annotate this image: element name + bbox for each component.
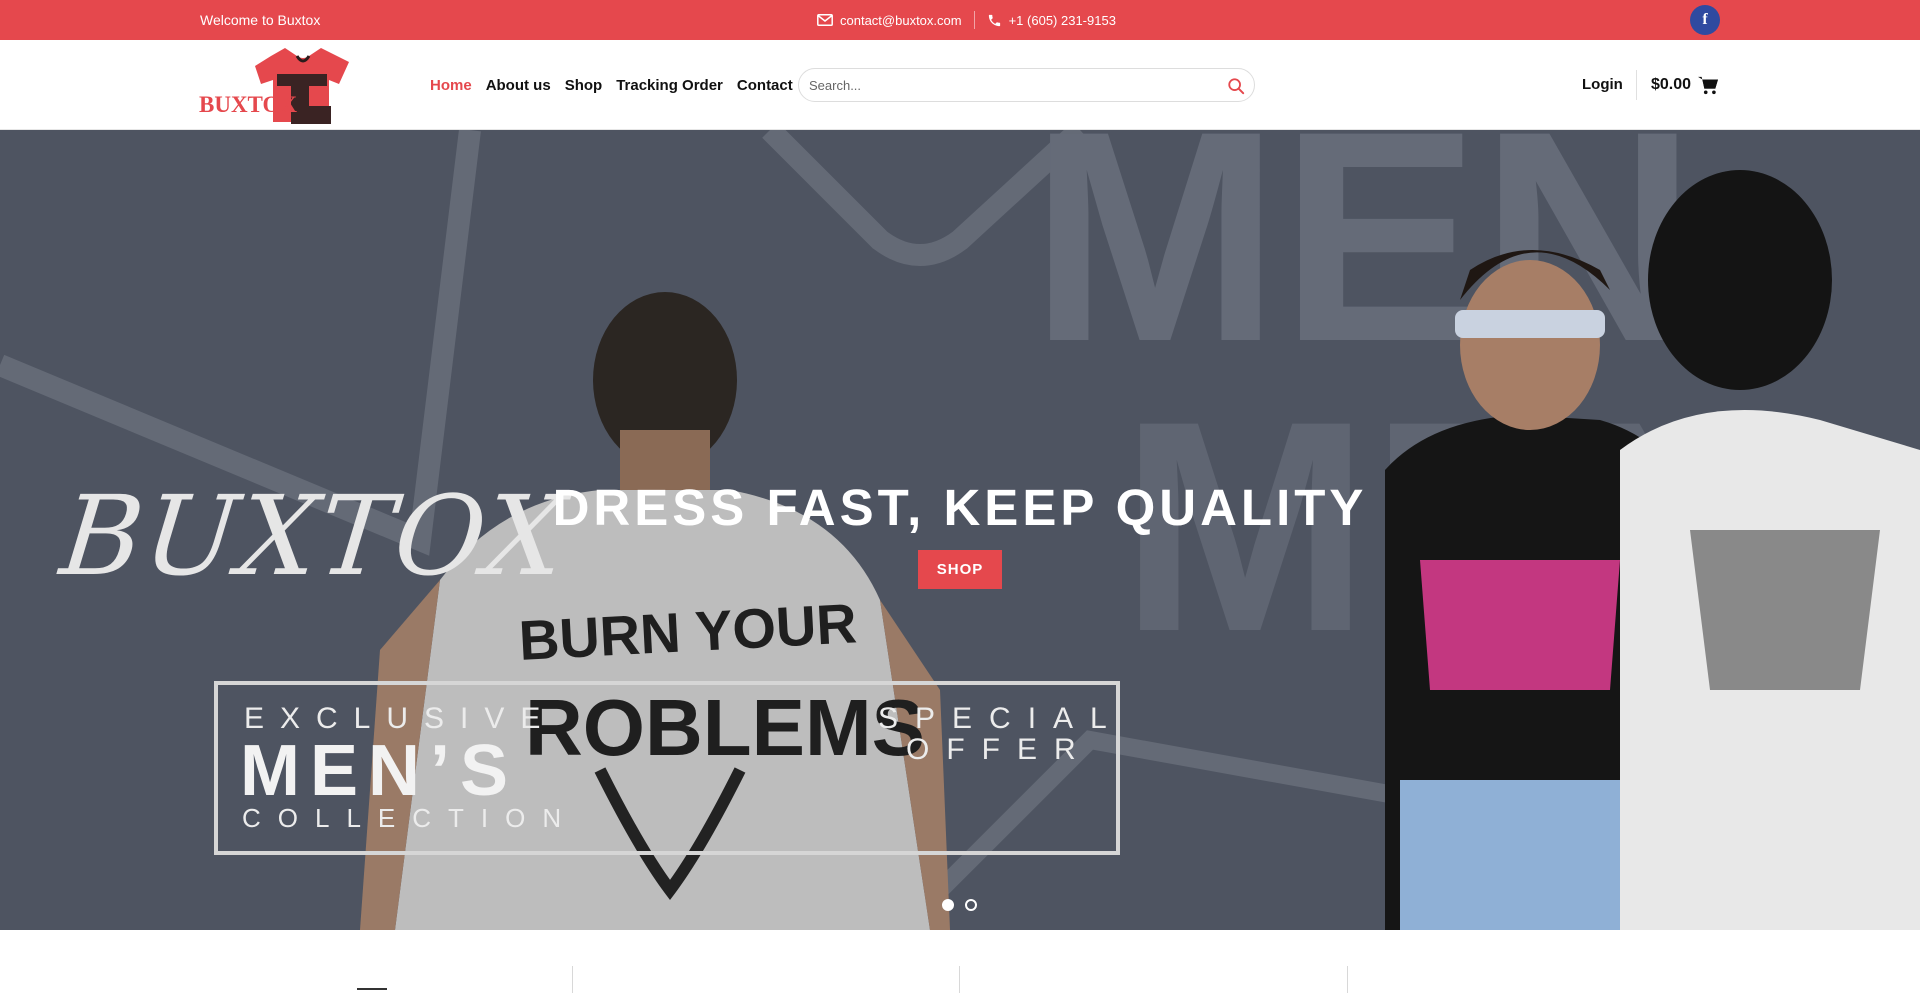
feature-icon — [357, 988, 387, 990]
nav-contact[interactable]: Contact — [737, 77, 793, 94]
nav-tracking-order[interactable]: Tracking Order — [616, 77, 723, 94]
logo-text: BUXTOX — [199, 92, 297, 117]
welcome-text: Welcome to Buxtox — [200, 12, 321, 28]
email-text: contact@buxtox.com — [840, 12, 962, 28]
slide-dot-2[interactable] — [965, 899, 977, 911]
nav-about-us[interactable]: About us — [486, 77, 551, 94]
hero-headline: DRESS FAST, KEEP QUALITY — [552, 479, 1368, 536]
search-icon[interactable] — [1227, 77, 1245, 95]
mail-icon — [817, 14, 833, 26]
nav-home[interactable]: Home — [430, 77, 472, 94]
cart-total: $0.00 — [1651, 76, 1692, 93]
top-bar: Welcome to Buxtox contact@buxtox.com +1 … — [0, 0, 1920, 40]
search-input[interactable] — [809, 69, 1209, 101]
cart-icon — [1698, 76, 1719, 95]
phone-text: +1 (605) 231-9153 — [1008, 12, 1116, 28]
login-link[interactable]: Login — [1582, 40, 1623, 130]
nav-shop[interactable]: Shop — [565, 77, 603, 94]
search-box — [798, 68, 1255, 102]
main-nav: Home About us Shop Tracking Order Contac… — [430, 40, 793, 130]
feature-divider — [1347, 966, 1348, 993]
header-divider — [1636, 70, 1637, 100]
feature-divider — [959, 966, 960, 993]
offer-text: OFFER — [906, 733, 1093, 766]
mens-text: MEN’S — [240, 731, 519, 811]
facebook-icon[interactable]: f — [1690, 5, 1720, 35]
cart-button[interactable]: $0.00 — [1651, 40, 1719, 130]
features-strip — [0, 930, 1920, 993]
collection-text: COLLECTION — [242, 803, 579, 833]
phone-icon — [988, 14, 1000, 26]
slider-dots — [942, 899, 977, 911]
feature-divider — [572, 966, 573, 993]
hero-slider: MEN MEN BURN YOUR ROBLEMS BUXTOX EXCLU — [0, 130, 1920, 930]
phone-link[interactable]: +1 (605) 231-9153 — [987, 13, 1116, 28]
contact-info: contact@buxtox.com +1 (605) 231-9153 — [817, 0, 1116, 40]
special-text: SPECIAL — [878, 702, 1124, 735]
slide-dot-1[interactable] — [942, 899, 954, 911]
email-link[interactable]: contact@buxtox.com — [817, 13, 962, 28]
shop-button[interactable]: SHOP — [918, 550, 1002, 589]
site-header: BUXTOX Home About us Shop Tracking Order… — [0, 40, 1920, 130]
contact-divider — [973, 11, 975, 29]
site-logo[interactable]: BUXTOX — [199, 44, 359, 126]
